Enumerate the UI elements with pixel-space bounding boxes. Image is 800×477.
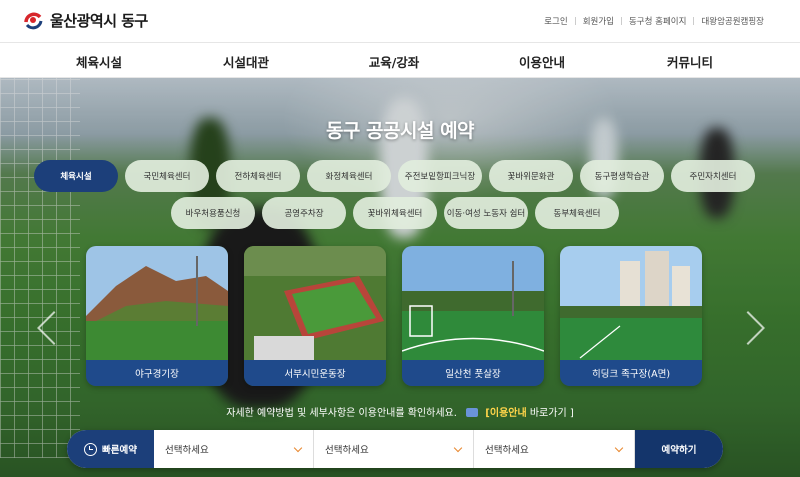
reserve-button[interactable]: 예약하기 (635, 430, 723, 468)
usage-guide-link[interactable]: [이용안내 (485, 408, 526, 419)
category-tab[interactable]: 바우처용품신청 (171, 197, 255, 229)
select-value: 선택하세요 (165, 445, 209, 456)
facility-photo (244, 246, 386, 361)
category-tab[interactable]: 꽃바위문화관 (489, 160, 573, 192)
facility-select[interactable]: 선택하세요 (314, 430, 474, 468)
category-tab[interactable]: 동구평생학습관 (580, 160, 664, 192)
quick-reservation-bar: 빠른예약 선택하세요 선택하세요 선택하세요 예약하기 (67, 430, 723, 468)
facility-card[interactable]: 야구경기장 (86, 246, 228, 386)
category-tab[interactable]: 꽃바위체육센터 (353, 197, 437, 229)
slider-next-arrow-icon[interactable] (742, 308, 766, 352)
facility-card[interactable]: 히딩크 족구장(A면) (560, 246, 702, 386)
chat-icon (466, 408, 479, 417)
usage-notice: 자세한 예약방법 및 세부사항은 이용안내를 확인하세요. [이용안내 바로가기… (0, 404, 800, 419)
category-tab[interactable]: 주전보밑항피크닉장 (398, 160, 482, 192)
category-tab[interactable]: 공영주차장 (262, 197, 346, 229)
nav-education[interactable]: 교육/강좌 (369, 52, 420, 71)
chevron-down-icon (293, 443, 303, 453)
category-tab[interactable]: 주민자치센터 (671, 160, 755, 192)
nav-usage-guide[interactable]: 이용안내 (519, 52, 565, 71)
facility-card[interactable]: 일산천 풋살장 (402, 246, 544, 386)
facility-photo (86, 246, 228, 361)
facility-card[interactable]: 서부시민운동장 (244, 246, 386, 386)
camping-link[interactable]: 대왕암공원캠핑장 (701, 15, 764, 27)
header: 울산광역시 동구 로그인 회원가입 동구청 홈페이지 대왕암공원캠핑장 (0, 0, 800, 42)
nav-community[interactable]: 커뮤니티 (667, 52, 713, 71)
select-value: 선택하세요 (485, 445, 529, 456)
donggu-home-link[interactable]: 동구청 홈페이지 (629, 15, 686, 27)
facility-card-label: 히딩크 족구장(A면) (560, 360, 702, 386)
site-logo[interactable]: 울산광역시 동구 (22, 9, 148, 31)
facility-photo (402, 246, 544, 361)
facility-photo (560, 246, 702, 361)
notice-text: 자세한 예약방법 및 세부사항은 이용안내를 확인하세요. (226, 408, 457, 419)
select-value: 선택하세요 (325, 445, 369, 456)
main-nav: 체육시설 시설대관 교육/강좌 이용안내 커뮤니티 (0, 42, 800, 78)
hero-title: 동구 공공시설 예약 (325, 120, 475, 142)
slider-prev-arrow-icon[interactable] (34, 308, 58, 352)
category-tab[interactable]: 국민체육센터 (125, 160, 209, 192)
usage-guide-link-suffix[interactable]: 바로가기 ] (530, 408, 574, 419)
clock-icon (84, 442, 98, 456)
category-tab[interactable]: 이동·여성 노동자 쉼터 (444, 197, 528, 229)
divider (574, 17, 576, 25)
category-tab-sports[interactable]: 체육시설 (34, 160, 118, 192)
nav-sports-facilities[interactable]: 체육시설 (76, 52, 122, 71)
category-tab[interactable]: 동부체육센터 (535, 197, 619, 229)
facility-card-label: 일산천 풋살장 (402, 360, 544, 386)
divider (620, 17, 622, 25)
quick-reservation-title: 빠른예약 (102, 445, 137, 456)
quick-reservation-label: 빠른예약 (67, 430, 154, 468)
logo-emblem-icon (23, 10, 43, 30)
signup-link[interactable]: 회원가입 (583, 15, 614, 27)
facility-card-label: 서부시민운동장 (244, 360, 386, 386)
facility-card-label: 야구경기장 (86, 360, 228, 386)
divider (693, 17, 695, 25)
logo-text: 울산광역시 동구 (50, 11, 148, 30)
nav-facility-rental[interactable]: 시설대관 (223, 52, 269, 71)
detail-select[interactable]: 선택하세요 (474, 430, 635, 468)
chevron-down-icon (453, 443, 463, 453)
category-tab[interactable]: 화정체육센터 (307, 160, 391, 192)
login-link[interactable]: 로그인 (544, 15, 567, 27)
category-tab[interactable]: 전하체육센터 (216, 160, 300, 192)
utility-links: 로그인 회원가입 동구청 홈페이지 대왕암공원캠핑장 (544, 15, 764, 27)
chevron-down-icon (614, 443, 624, 453)
facility-type-select[interactable]: 선택하세요 (154, 430, 314, 468)
